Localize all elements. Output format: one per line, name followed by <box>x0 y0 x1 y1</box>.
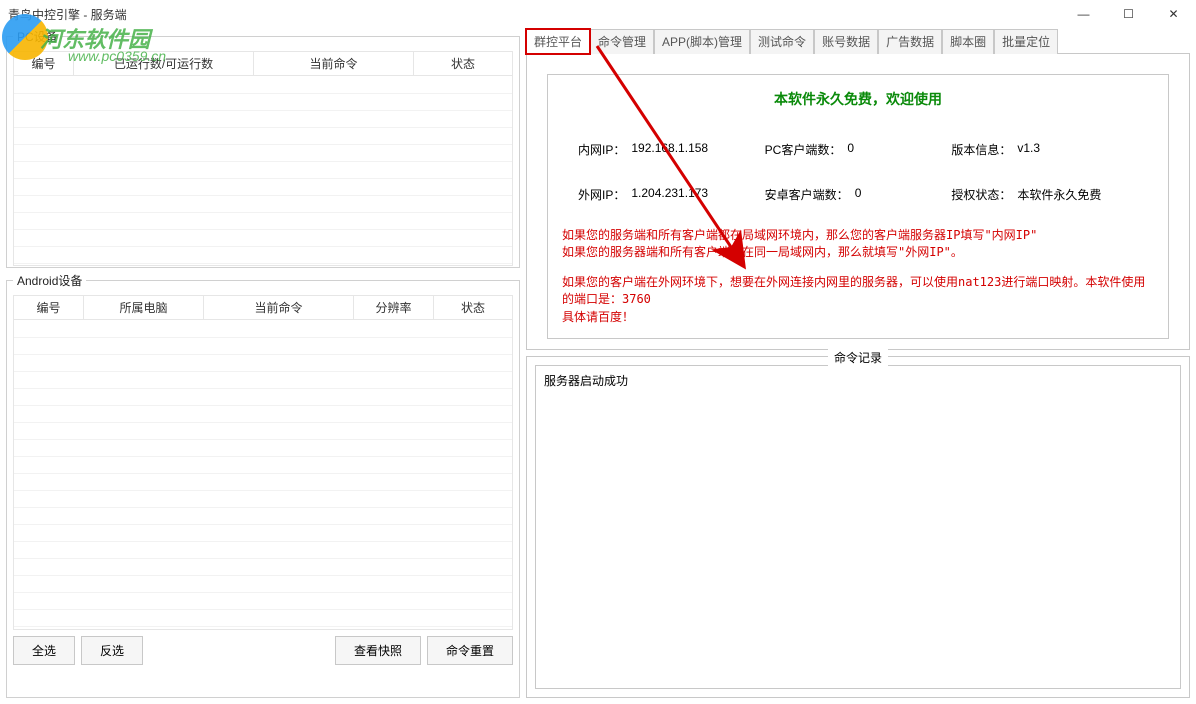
tab-platform[interactable]: 群控平台 <box>526 29 590 54</box>
table-row[interactable] <box>14 405 512 422</box>
pc-client-count-value: 0 <box>847 141 854 158</box>
pc-devices-table[interactable]: 编号 已运行数/可运行数 当前命令 状态 <box>13 51 513 76</box>
tab-test-command[interactable]: 测试命令 <box>750 29 814 54</box>
table-row[interactable] <box>14 354 512 371</box>
platform-panel: 本软件永久免费，欢迎使用 内网IP： 192.168.1.158 PC客户端数：… <box>526 53 1190 350</box>
tab-app-script-manage[interactable]: APP(脚本)管理 <box>654 29 750 54</box>
table-row[interactable] <box>14 388 512 405</box>
table-row[interactable] <box>14 439 512 456</box>
red-note-1: 如果您的服务端和所有客户端都在局域网环境内，那么您的客户端服务器IP填写"内网I… <box>560 211 1156 264</box>
command-log-area[interactable]: 服务器启动成功 <box>535 365 1181 689</box>
table-row[interactable] <box>14 456 512 473</box>
maximize-button[interactable]: ☐ <box>1106 0 1151 28</box>
table-row[interactable] <box>14 195 512 212</box>
android-col-res[interactable]: 分辨率 <box>354 296 434 320</box>
intranet-ip-label: 内网IP： <box>578 141 625 158</box>
table-row[interactable] <box>14 320 512 337</box>
android-client-count-label: 安卓客户端数： <box>765 186 849 203</box>
table-row[interactable] <box>14 422 512 439</box>
tab-strip: 群控平台 命令管理 APP(脚本)管理 测试命令 账号数据 广告数据 脚本圈 批… <box>526 28 1190 53</box>
table-row[interactable] <box>14 558 512 575</box>
pc-col-cmd[interactable]: 当前命令 <box>254 52 414 76</box>
android-col-pc[interactable]: 所属电脑 <box>84 296 204 320</box>
version-label: 版本信息： <box>951 141 1011 158</box>
minimize-icon: — <box>1078 7 1090 21</box>
invert-select-button[interactable]: 反选 <box>81 636 143 665</box>
android-devices-table[interactable]: 编号 所属电脑 当前命令 分辨率 状态 <box>13 295 513 320</box>
log-line: 服务器启动成功 <box>544 372 1172 389</box>
table-row[interactable] <box>14 524 512 541</box>
table-row[interactable] <box>14 110 512 127</box>
table-row[interactable] <box>14 473 512 490</box>
table-row[interactable] <box>14 337 512 354</box>
table-row[interactable] <box>14 161 512 178</box>
pc-client-count-label: PC客户端数： <box>765 141 842 158</box>
pc-col-run[interactable]: 已运行数/可运行数 <box>74 52 254 76</box>
table-row[interactable] <box>14 609 512 626</box>
table-row[interactable] <box>14 76 512 93</box>
table-row[interactable] <box>14 229 512 246</box>
table-row[interactable] <box>14 490 512 507</box>
close-icon: ✕ <box>1168 7 1178 21</box>
android-client-count-value: 0 <box>855 186 862 203</box>
internet-ip-value: 1.204.231.173 <box>631 186 708 203</box>
tab-ad-data[interactable]: 广告数据 <box>878 29 942 54</box>
table-row[interactable] <box>14 144 512 161</box>
table-row[interactable] <box>14 93 512 110</box>
table-row[interactable] <box>14 592 512 609</box>
tab-script-circle[interactable]: 脚本圈 <box>942 29 994 54</box>
license-status-label: 授权状态： <box>951 186 1011 203</box>
platform-headline: 本软件永久免费，欢迎使用 <box>560 85 1156 133</box>
pc-col-id[interactable]: 编号 <box>14 52 74 76</box>
title-bar: 青鸟中控引擎 - 服务端 — ☐ ✕ <box>0 0 1196 28</box>
maximize-icon: ☐ <box>1123 7 1134 21</box>
table-row[interactable] <box>14 507 512 524</box>
license-status-value: 本软件永久免费 <box>1017 186 1101 203</box>
intranet-ip-value: 192.168.1.158 <box>631 141 708 158</box>
select-all-button[interactable]: 全选 <box>13 636 75 665</box>
table-row[interactable] <box>14 178 512 195</box>
android-col-status[interactable]: 状态 <box>434 296 513 320</box>
table-row[interactable] <box>14 371 512 388</box>
table-row[interactable] <box>14 541 512 558</box>
command-log-title: 命令记录 <box>828 349 888 366</box>
tab-command-manage[interactable]: 命令管理 <box>590 29 654 54</box>
table-row[interactable] <box>14 127 512 144</box>
red-note-2: 如果您的客户端在外网环境下，想要在外网连接内网里的服务器，可以使用nat123进… <box>560 264 1156 328</box>
minimize-button[interactable]: — <box>1061 0 1106 28</box>
table-row[interactable] <box>14 575 512 592</box>
android-devices-panel: Android设备 编号 所属电脑 当前命令 分辨率 状态 <box>6 272 520 698</box>
android-col-id[interactable]: 编号 <box>14 296 84 320</box>
view-snapshot-button[interactable]: 查看快照 <box>335 636 421 665</box>
table-row[interactable] <box>14 246 512 263</box>
internet-ip-label: 外网IP： <box>578 186 625 203</box>
android-col-cmd[interactable]: 当前命令 <box>204 296 354 320</box>
close-button[interactable]: ✕ <box>1151 0 1196 28</box>
command-log-panel: 命令记录 服务器启动成功 <box>526 356 1190 698</box>
android-devices-title: Android设备 <box>13 272 86 289</box>
table-row[interactable] <box>14 212 512 229</box>
tab-account-data[interactable]: 账号数据 <box>814 29 878 54</box>
pc-col-status[interactable]: 状态 <box>414 52 513 76</box>
tab-batch-locate[interactable]: 批量定位 <box>994 29 1058 54</box>
pc-devices-panel: PC设备 编号 已运行数/可运行数 当前命令 状态 <box>6 28 520 268</box>
pc-devices-title: PC设备 <box>13 28 62 45</box>
window-title: 青鸟中控引擎 - 服务端 <box>8 6 127 23</box>
reset-command-button[interactable]: 命令重置 <box>427 636 513 665</box>
version-value: v1.3 <box>1017 141 1040 158</box>
